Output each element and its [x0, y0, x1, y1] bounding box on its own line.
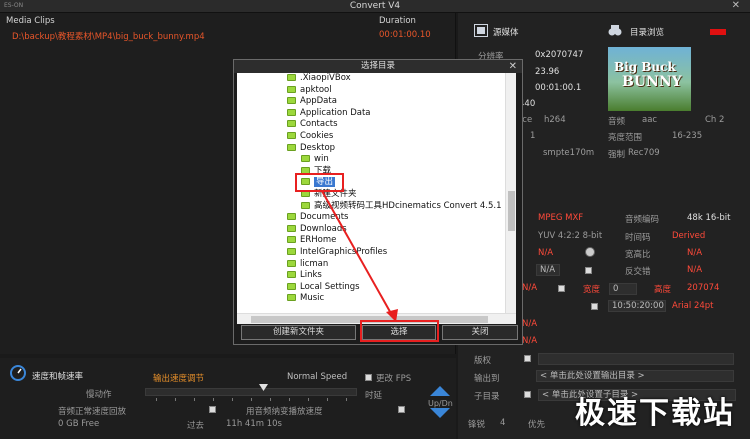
arrow-line — [321, 190, 394, 318]
highlight-box — [360, 320, 439, 342]
highlight-box — [295, 173, 344, 192]
watermark: 极速下载站 — [575, 396, 735, 431]
annotation-overlay — [295, 173, 439, 342]
